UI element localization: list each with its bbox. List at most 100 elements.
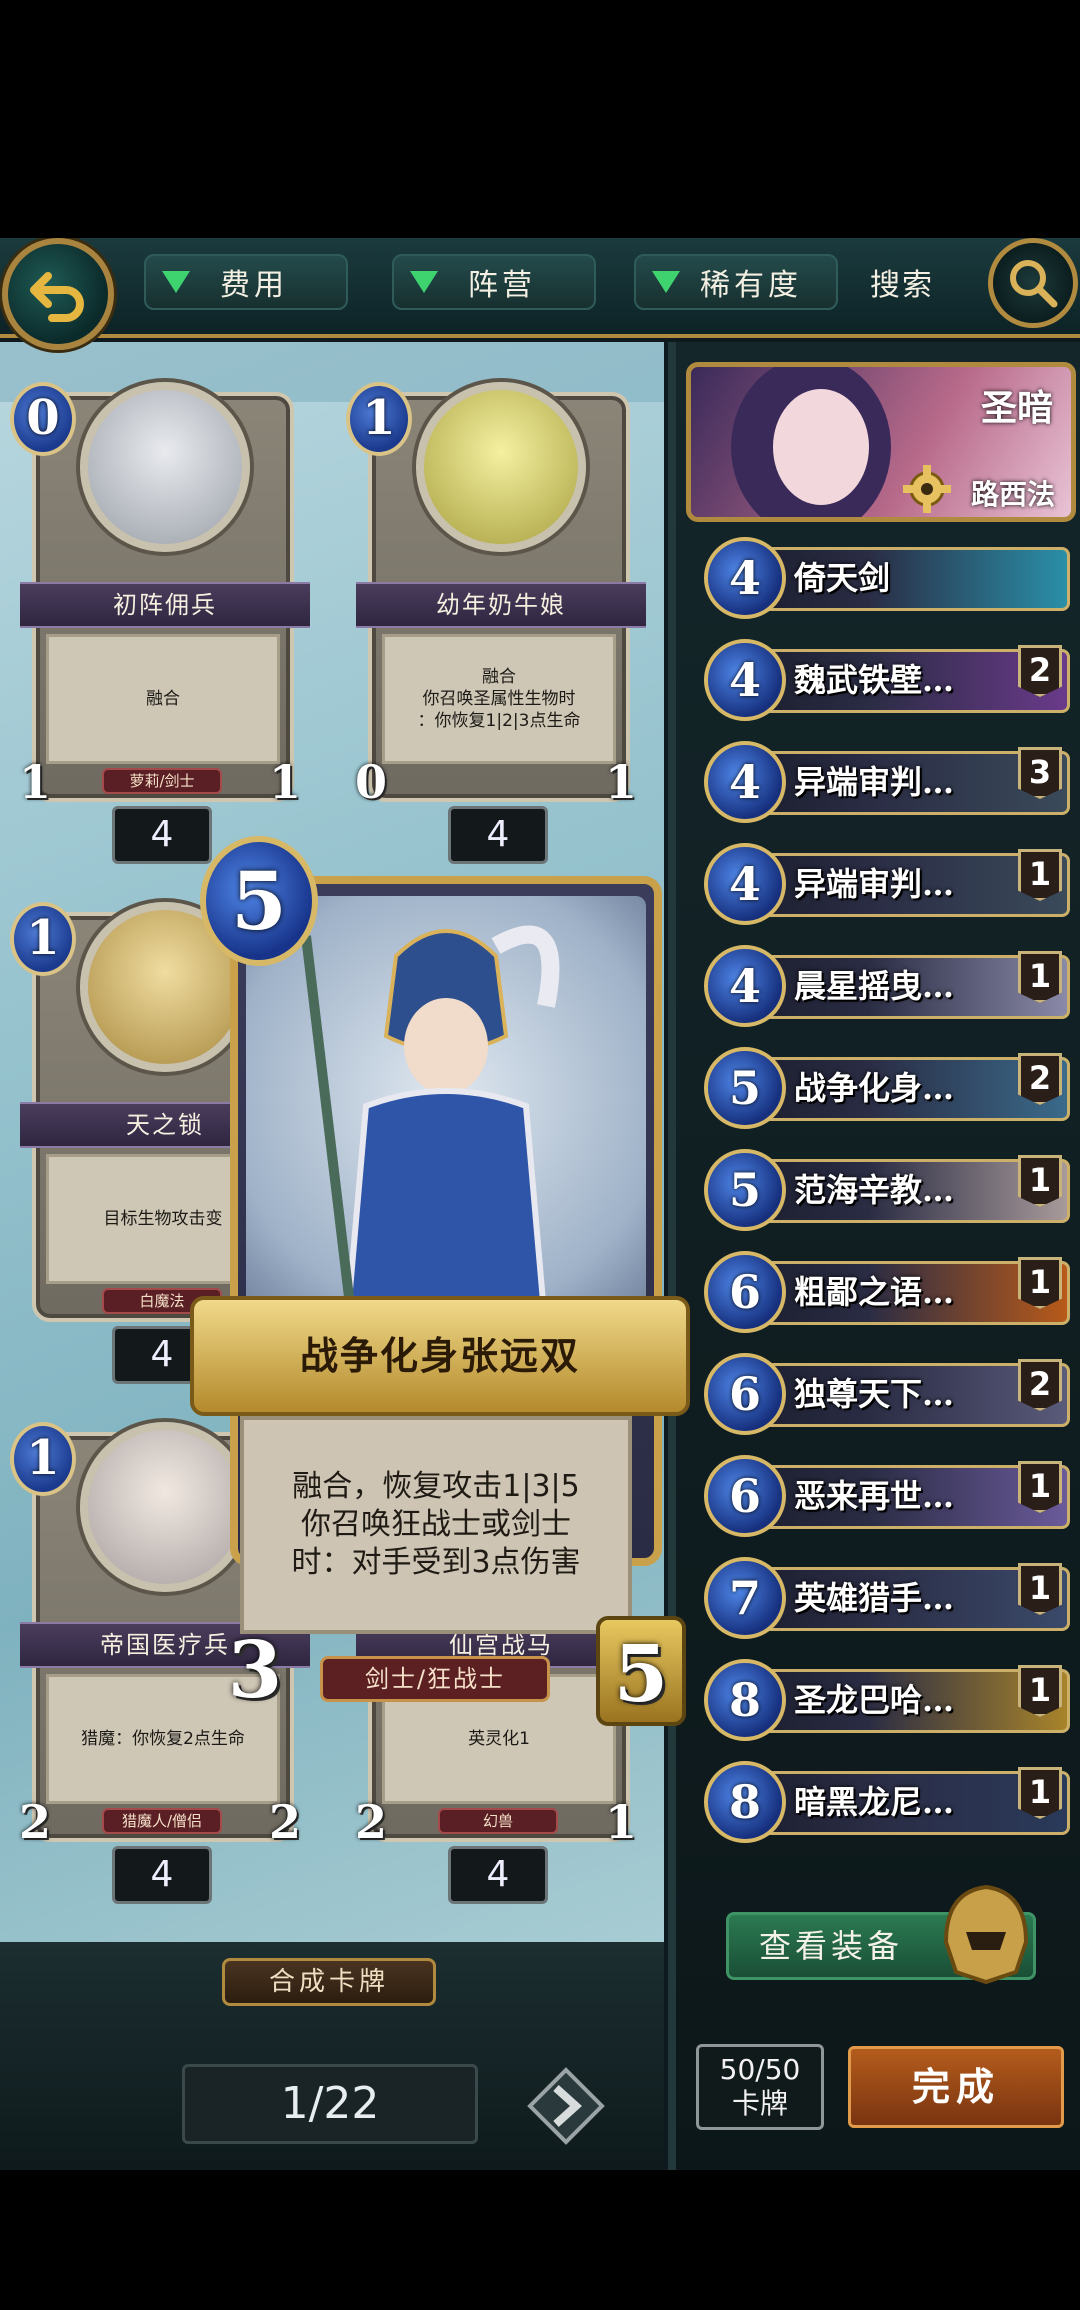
deck-card-name: 恶来再世… xyxy=(794,1477,955,1515)
deck-count-value: 50/50 xyxy=(719,2053,801,2086)
deck-card-row[interactable]: 7 英雄猎手… 1 xyxy=(704,1557,1070,1639)
deck-card-quantity: 1 xyxy=(1018,1665,1062,1717)
preview-card-race: 剑士/狂战士 xyxy=(320,1656,550,1702)
search-button[interactable] xyxy=(988,238,1078,328)
deck-count-badge: 50/50 卡牌 xyxy=(696,2044,824,2130)
deck-card-quantity: 2 xyxy=(1018,1053,1062,1105)
deck-card-row[interactable]: 4 魏武铁壁… 2 xyxy=(704,639,1070,721)
deck-card-cost: 8 xyxy=(704,1761,786,1843)
dropdown-triangle-icon xyxy=(162,271,190,293)
deck-card-cost: 4 xyxy=(704,741,786,823)
gear-icon[interactable] xyxy=(901,463,953,515)
card-health: 1 xyxy=(268,755,301,809)
preview-card-cost: 5 xyxy=(200,836,318,966)
deck-card-quantity: 1 xyxy=(1018,1155,1062,1207)
deck-card-cost: 5 xyxy=(704,1149,786,1231)
card-owned-count: 4 xyxy=(112,806,212,864)
deck-card-quantity: 2 xyxy=(1018,1359,1062,1411)
card-cost: 0 xyxy=(10,382,76,456)
card-preview[interactable]: 战争化身张远双 融合，恢复攻击1|3|5 你召唤狂战士或剑士 时：对手受到3点伤… xyxy=(190,836,690,1826)
filter-bar: 费用 阵营 稀有度 搜索 xyxy=(0,238,1080,338)
rarity-filter-label: 稀有度 xyxy=(700,268,802,303)
deck-card-quantity: 1 xyxy=(1018,1767,1062,1819)
magnifier-icon xyxy=(1010,260,1058,308)
deck-card-row[interactable]: 6 恶来再世… 1 xyxy=(704,1455,1070,1537)
card-attack: 0 xyxy=(354,755,387,809)
page-indicator: 1/22 xyxy=(182,2064,478,2144)
deck-card-name: 圣龙巴哈… xyxy=(794,1681,955,1719)
helmet-icon xyxy=(943,1884,1029,1985)
preview-card-name: 战争化身张远双 xyxy=(190,1296,690,1416)
deck-card-cost: 4 xyxy=(704,639,786,721)
deck-card-row[interactable]: 5 战争化身… 2 xyxy=(704,1047,1070,1129)
leader-banner[interactable]: 圣暗 路西法 xyxy=(686,362,1076,522)
card-text: 融合 xyxy=(46,634,280,764)
dropdown-triangle-icon xyxy=(652,271,680,293)
deck-card-cost: 4 xyxy=(704,843,786,925)
dropdown-triangle-icon xyxy=(410,271,438,293)
craft-cards-button[interactable]: 合成卡牌 xyxy=(222,1958,436,2006)
deck-card-list: 4 倚天剑 4 魏武铁壁… 2 4 异端审判… 3 4 异端审判… 1 4 晨星摇曳… 1 5 战争化身… 2 5… xyxy=(704,537,1080,2017)
card-name: 初阵佣兵 xyxy=(20,582,310,628)
preview-card-health: 5 xyxy=(596,1616,686,1726)
deck-card-name: 粗鄙之语… xyxy=(794,1273,955,1311)
deck-card-quantity: 1 xyxy=(1018,1257,1062,1309)
card-owned-count: 4 xyxy=(112,1846,212,1904)
leader-faction: 圣暗 xyxy=(980,387,1053,429)
deck-card-name: 异端审判… xyxy=(794,865,955,903)
deck-card-name: 范海辛教… xyxy=(794,1171,955,1209)
deck-card-quantity: 1 xyxy=(1018,951,1062,1003)
back-button[interactable] xyxy=(2,238,114,350)
card-health: 1 xyxy=(604,755,637,809)
deck-card-row[interactable]: 4 异端审判… 1 xyxy=(704,843,1070,925)
deck-card-name: 异端审判… xyxy=(794,763,955,801)
bottom-bar: 合成卡牌 1/22 xyxy=(0,1942,664,2170)
card-text: 融合 你召唤圣属性生物时 ：你恢复1|2|3点生命 xyxy=(382,634,616,764)
next-page-icon[interactable] xyxy=(526,2066,606,2146)
deck-card-quantity: 3 xyxy=(1018,747,1062,799)
deck-card-row[interactable]: 4 倚天剑 xyxy=(704,537,1070,619)
card-race: 萝莉/剑士 xyxy=(102,768,222,794)
card-attack: 2 xyxy=(18,1795,51,1849)
deck-card-cost: 7 xyxy=(704,1557,786,1639)
deck-card-row[interactable]: 5 范海辛教… 1 xyxy=(704,1149,1070,1231)
deck-card-row[interactable]: 4 晨星摇曳… 1 xyxy=(704,945,1070,1027)
deck-card-row[interactable]: 4 异端审判… 3 xyxy=(704,741,1070,823)
deck-panel: 圣暗 路西法 4 倚天剑 4 魏武铁壁… 2 4 异端审判… 3 4 异端审判… 1 4 晨星摇曳… 1 5… xyxy=(668,342,1080,2170)
card-cost: 1 xyxy=(10,1422,76,1496)
preview-card-text: 融合，恢复攻击1|3|5 你召唤狂战士或剑士 时：对手受到3点伤害 xyxy=(240,1416,632,1634)
deck-card-name: 魏武铁壁… xyxy=(794,661,955,699)
leader-name: 路西法 xyxy=(970,478,1055,511)
cost-filter[interactable]: 费用 xyxy=(144,254,348,310)
deck-card-row[interactable]: 8 圣龙巴哈… 1 xyxy=(704,1659,1070,1741)
card-portrait xyxy=(416,382,586,552)
preview-card-attack: 3 xyxy=(227,1625,283,1716)
deck-card-cost: 5 xyxy=(704,1047,786,1129)
deck-card-cost: 4 xyxy=(704,537,786,619)
deck-card-name: 英雄猎手… xyxy=(794,1579,955,1617)
deck-card-quantity: 1 xyxy=(1018,1563,1062,1615)
deck-card-name: 暗黑龙尼… xyxy=(794,1783,955,1821)
rarity-filter[interactable]: 稀有度 xyxy=(634,254,838,310)
deck-card-cost: 6 xyxy=(704,1455,786,1537)
card-tile[interactable]: 1 幼年奶牛娘 融合 你召唤圣属性生物时 ：你恢复1|2|3点生命 0 1 4 xyxy=(346,382,646,864)
deck-card-quantity: 2 xyxy=(1018,645,1062,697)
faction-filter[interactable]: 阵营 xyxy=(392,254,596,310)
deck-card-cost: 6 xyxy=(704,1353,786,1435)
deck-card-cost: 6 xyxy=(704,1251,786,1333)
deck-card-quantity: 1 xyxy=(1018,849,1062,901)
deck-card-name: 独尊天下… xyxy=(794,1375,955,1413)
deck-card-row[interactable]: 8 暗黑龙尼… 1 xyxy=(704,1761,1070,1843)
deck-card-row[interactable]: 6 粗鄙之语… 1 xyxy=(704,1251,1070,1333)
deck-card-cost: 8 xyxy=(704,1659,786,1741)
faction-filter-label: 阵营 xyxy=(468,268,536,303)
done-button[interactable]: 完成 xyxy=(848,2046,1064,2128)
deck-card-name: 晨星摇曳… xyxy=(794,967,955,1005)
card-name: 幼年奶牛娘 xyxy=(356,582,646,628)
card-cost: 1 xyxy=(346,382,412,456)
deck-card-row[interactable]: 6 独尊天下… 2 xyxy=(704,1353,1070,1435)
search-label[interactable]: 搜索 xyxy=(870,260,934,304)
card-tile[interactable]: 0 初阵佣兵 融合 萝莉/剑士 1 1 4 xyxy=(10,382,310,864)
card-owned-count: 4 xyxy=(448,806,548,864)
card-cost: 1 xyxy=(10,902,76,976)
